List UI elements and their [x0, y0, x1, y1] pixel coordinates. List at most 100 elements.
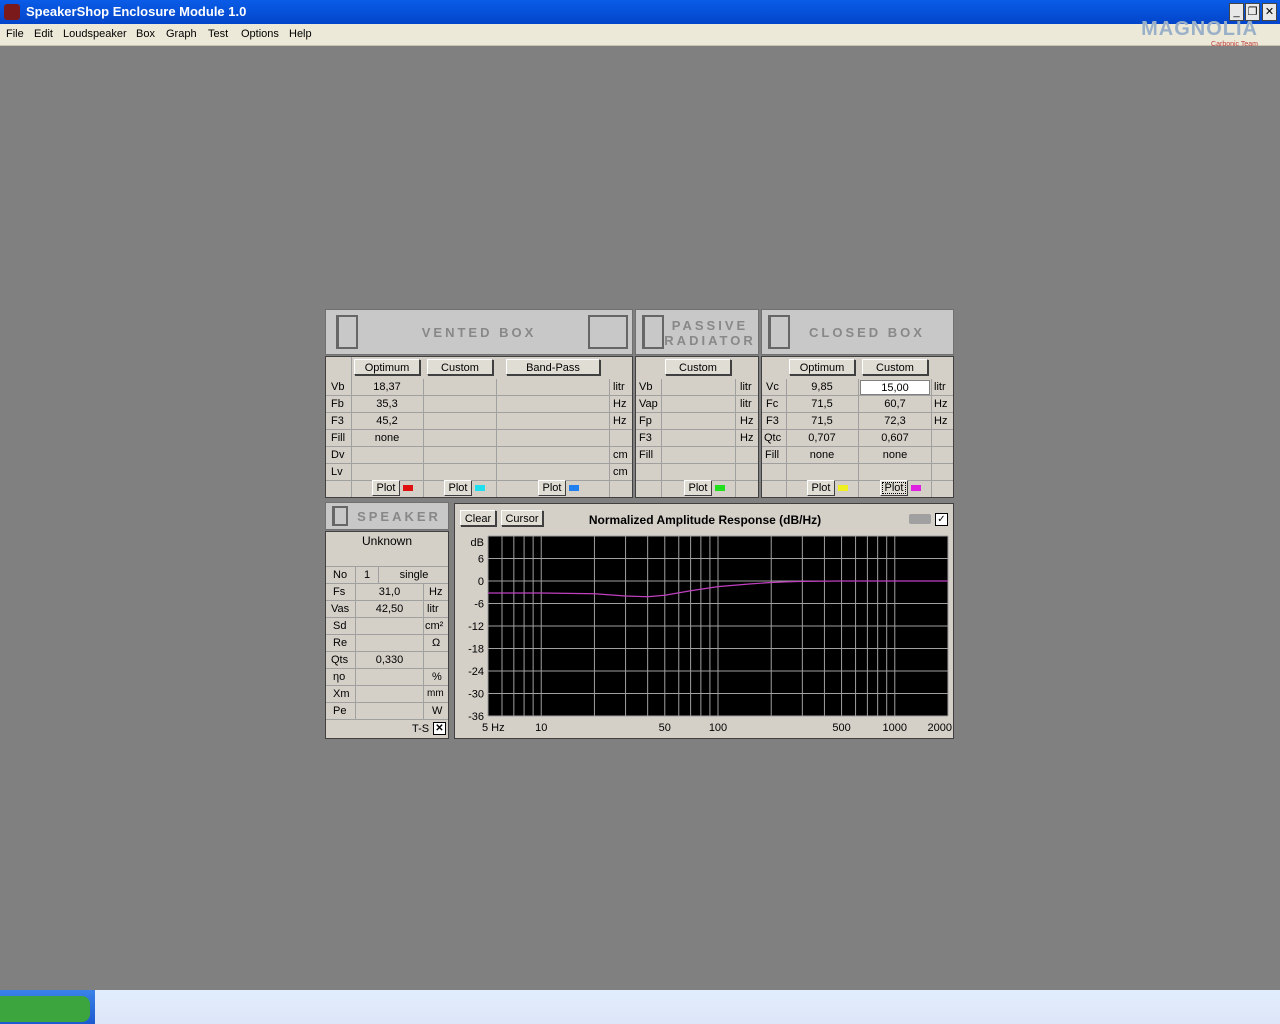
fc-optimum-value[interactable]: 71,5	[787, 396, 857, 412]
fill-custom-value[interactable]: none	[859, 447, 931, 463]
closed-custom-button[interactable]: Custom	[862, 359, 928, 375]
unit-label: Hz	[934, 398, 948, 410]
vented-box-header: VENTED BOX	[325, 309, 633, 355]
re-value[interactable]	[356, 635, 423, 651]
band-pass-button[interactable]: Band-Pass	[506, 359, 600, 375]
row-label: Qts	[331, 654, 349, 666]
amplitude-response-chart: dB60-6-12-18-24-30-365 Hz 10 50 100 500 1000 2…	[468, 535, 952, 734]
vented-box-icon	[588, 315, 628, 349]
speaker-icon	[768, 315, 790, 349]
close-button[interactable]: ✕	[1262, 3, 1277, 21]
menu-options[interactable]: Options	[241, 28, 279, 40]
unit-label: W	[432, 705, 443, 717]
sd-value[interactable]	[356, 618, 423, 634]
unit-label: litr	[740, 398, 752, 410]
menu-loudspeaker[interactable]: Loudspeaker	[63, 28, 127, 40]
closed-optimum-button[interactable]: Optimum	[789, 359, 855, 375]
vc-custom-input[interactable]: 15,00	[860, 380, 930, 395]
vented-optimum-button[interactable]: Optimum	[354, 359, 420, 375]
redaction-overlay	[95, 990, 1280, 1024]
row-label: Dv	[331, 449, 345, 461]
watermark-logo: MAGNOLIA Carbonic Team	[1141, 18, 1258, 48]
fb-optimum-value[interactable]: 35,3	[352, 396, 422, 412]
clear-button[interactable]: Clear	[460, 510, 496, 526]
no-label: No	[333, 569, 348, 581]
unit-label: Hz	[613, 415, 627, 427]
qtc-custom-value[interactable]: 0,607	[859, 430, 931, 446]
passive-plot-button[interactable]: Plot	[684, 480, 725, 496]
row-label: Sd	[333, 620, 347, 632]
menu-test[interactable]: Test	[208, 28, 228, 40]
unit-label: Ω	[432, 637, 441, 649]
y-tick-label: 6	[478, 554, 484, 566]
unit-label: Hz	[934, 415, 948, 427]
row-label: F3	[766, 415, 779, 427]
color-swatch[interactable]	[569, 485, 579, 492]
row-label: Fill	[765, 449, 780, 461]
f3-optimum-value[interactable]: 71,5	[787, 413, 857, 429]
vb-optimum-value[interactable]: 18,37	[352, 379, 422, 395]
row-label: Vb	[639, 381, 653, 393]
unit-label: %	[432, 671, 442, 683]
menu-help[interactable]: Help	[289, 28, 312, 40]
vas-value[interactable]: 42,50	[356, 601, 423, 617]
start-button[interactable]	[0, 996, 90, 1022]
graph-panel: Clear Cursor Normalized Amplitude Respon…	[454, 503, 954, 739]
menu-box[interactable]: Box	[136, 28, 155, 40]
passive-radiator-header: PASSIVE RADIATOR	[635, 309, 759, 355]
unit-label: Hz	[613, 398, 627, 410]
vented-custom-button[interactable]: Custom	[427, 359, 493, 375]
color-swatch[interactable]	[403, 485, 413, 492]
graph-checkbox[interactable]: ✓	[935, 513, 948, 526]
pe-value[interactable]	[356, 703, 423, 719]
graph-title: Normalized Amplitude Response (dB/Hz)	[588, 513, 822, 527]
qts-value[interactable]: 0,330	[356, 652, 423, 668]
menu-graph[interactable]: Graph	[166, 28, 197, 40]
eta-value[interactable]	[356, 669, 423, 685]
fc-custom-value[interactable]: 60,7	[859, 396, 931, 412]
fs-value[interactable]: 31,0	[356, 584, 423, 600]
x-tick-label: 10	[535, 722, 547, 734]
x-tick-label: 1000	[883, 722, 907, 734]
y-tick-label: -24	[468, 666, 484, 678]
row-label: Fc	[766, 398, 779, 410]
passive-custom-button[interactable]: Custom	[665, 359, 731, 375]
unit-label: litr	[740, 381, 752, 393]
unit-label: litr	[427, 603, 439, 615]
speaker-icon	[332, 506, 348, 526]
vented-custom-plot-button[interactable]: Plot	[444, 480, 485, 496]
menu-file[interactable]: File	[6, 28, 24, 40]
ts-close-icon[interactable]: ✕	[433, 722, 446, 735]
band-pass-plot-button[interactable]: Plot	[538, 480, 579, 496]
row-label: Qtc	[764, 432, 782, 444]
color-swatch[interactable]	[475, 485, 485, 492]
passive-title-1: PASSIVE	[671, 318, 749, 333]
color-swatch[interactable]	[715, 485, 725, 492]
mode-value[interactable]: single	[380, 567, 448, 583]
color-swatch[interactable]	[838, 485, 848, 492]
fill-optimum-value[interactable]: none	[787, 447, 857, 463]
y-tick-label: 0	[478, 576, 484, 588]
vented-optimum-plot-button[interactable]: Plot	[372, 480, 413, 496]
f3-optimum-value[interactable]: 45,2	[352, 413, 422, 429]
menu-bar: File Edit Loudspeaker Box Graph Test Opt…	[0, 24, 1280, 46]
unit-label: cm	[613, 449, 628, 461]
color-swatch[interactable]	[911, 485, 921, 492]
qtc-optimum-value[interactable]: 0,707	[787, 430, 857, 446]
speaker-name[interactable]: Unknown	[326, 534, 448, 548]
cursor-button[interactable]: Cursor	[501, 510, 543, 526]
app-icon[interactable]	[4, 4, 20, 20]
printer-icon[interactable]	[909, 514, 931, 524]
f3-custom-value[interactable]: 72,3	[859, 413, 931, 429]
y-tick-label: -6	[474, 599, 484, 611]
ts-label: T-S	[412, 723, 430, 735]
fill-optimum-value[interactable]: none	[352, 430, 422, 446]
no-value[interactable]: 1	[356, 567, 378, 583]
closed-custom-plot-button[interactable]: Plot	[880, 480, 921, 496]
menu-edit[interactable]: Edit	[34, 28, 53, 40]
closed-optimum-plot-button[interactable]: Plot	[807, 480, 848, 496]
xm-value[interactable]	[356, 686, 423, 702]
vc-optimum-value[interactable]: 9,85	[787, 379, 857, 395]
row-label: Fill	[331, 432, 346, 444]
unit-label: litr	[613, 381, 625, 393]
